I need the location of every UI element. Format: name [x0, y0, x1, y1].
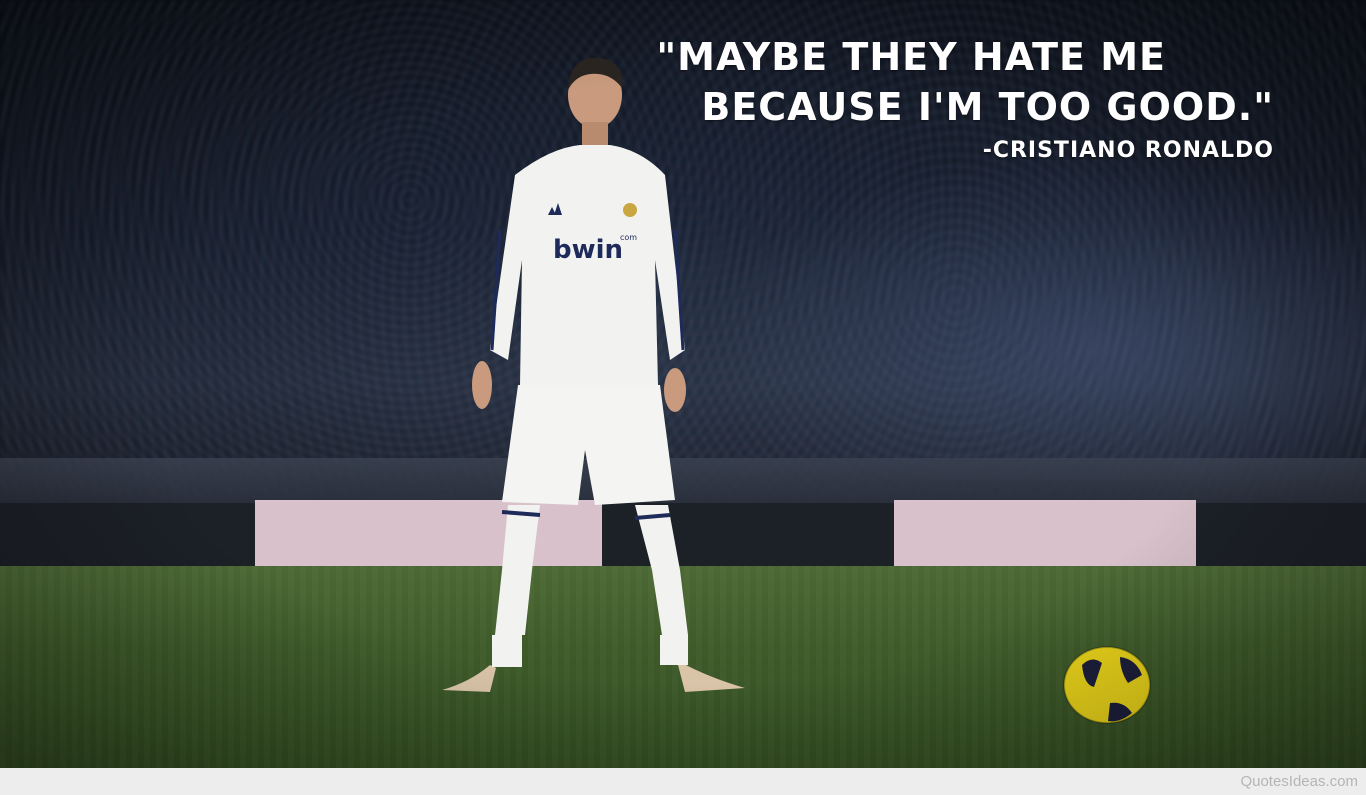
- site-watermark: QuotesIdeas.com: [1240, 773, 1358, 790]
- jersey-sponsor: bwin: [553, 235, 623, 265]
- quote-line-1: "MAYBE THEY HATE ME: [656, 35, 1166, 79]
- crowd-highlight: [700, 150, 1366, 480]
- footer-strip: QuotesIdeas.com: [0, 768, 1366, 795]
- quote-block: "MAYBE THEY HATE ME BECAUSE I'M TOO GOOD…: [656, 32, 1274, 166]
- football: [1063, 646, 1151, 724]
- ad-board-right: [894, 500, 1196, 572]
- stadium-photo: bwin com "MAYBE THEY HATE ME BECAUSE I'M…: [0, 0, 1366, 768]
- jersey-sponsor-suffix: com: [620, 233, 637, 242]
- quote-line-2: BECAUSE I'M TOO GOOD.": [701, 85, 1274, 129]
- wallpaper: bwin com "MAYBE THEY HATE ME BECAUSE I'M…: [0, 0, 1366, 795]
- quote-author: -CRISTIANO RONALDO: [982, 138, 1274, 163]
